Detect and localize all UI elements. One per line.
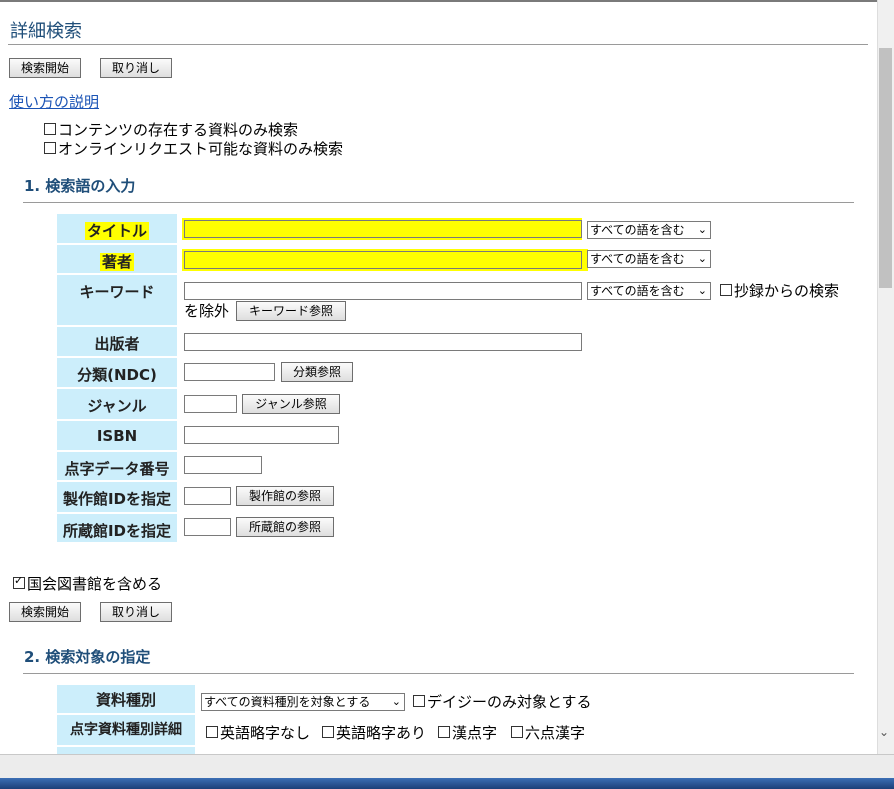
section1-divider xyxy=(23,202,854,203)
genre-ref-button[interactable]: ジャンル参照 xyxy=(242,394,340,414)
genre-input[interactable] xyxy=(184,395,237,413)
keyword-row-label: キーワード xyxy=(57,275,177,325)
braille-opt-4[interactable]: 六点漢字 xyxy=(511,722,585,743)
producer-row-label: 製作館IDを指定 xyxy=(57,482,177,512)
braille-opt-1-checkbox[interactable] xyxy=(206,725,218,738)
producer-ref-button[interactable]: 製作館の参照 xyxy=(236,486,334,506)
title-match-value: すべての語を含む xyxy=(590,223,685,237)
isbn-row-label: ISBN xyxy=(57,421,177,450)
publisher-row-label: 出版者 xyxy=(57,327,177,356)
record-type-label xyxy=(57,747,195,754)
cancel-button[interactable]: 取り消し xyxy=(100,58,172,78)
ndc-ref-button[interactable]: 分類参照 xyxy=(281,362,353,382)
holder-ref-button[interactable]: 所蔵館の参照 xyxy=(236,517,334,537)
producer-id-input[interactable] xyxy=(184,487,231,505)
chevron-down-icon: ⌄ xyxy=(697,284,707,297)
online-request-option[interactable]: オンラインリクエスト可能な資料のみ検索 xyxy=(44,138,343,159)
exclude-abstract-option[interactable]: 抄録からの検索 xyxy=(720,280,839,301)
braille-opt-3-label: 漢点字 xyxy=(452,724,498,742)
title-row-label: タイトル xyxy=(57,214,177,243)
help-link[interactable]: 使い方の説明 xyxy=(9,91,99,112)
taskbar xyxy=(0,778,894,789)
holder-id-input[interactable] xyxy=(184,518,231,536)
include-ndl-option[interactable]: 国会図書館を含める xyxy=(13,573,162,594)
chevron-down-icon: ⌄ xyxy=(391,695,401,708)
keyword-input[interactable] xyxy=(184,282,582,300)
title-match-select[interactable]: すべての語を含む ⌄ xyxy=(587,221,711,239)
holder-row-label: 所蔵館IDを指定 xyxy=(57,514,177,542)
exclude-abstract-checkbox[interactable] xyxy=(720,283,732,296)
material-type-value: すべての資料種別を対象とする xyxy=(204,695,371,709)
braille-opt-2-checkbox[interactable] xyxy=(322,725,334,738)
keyword-match-select[interactable]: すべての語を含む ⌄ xyxy=(587,282,711,300)
scroll-down-arrow-icon[interactable]: ⌄ xyxy=(879,725,889,739)
keyword-match-value: すべての語を含む xyxy=(590,284,685,298)
section1-title: 1. 検索語の入力 xyxy=(24,177,136,195)
cancel-button-2[interactable]: 取り消し xyxy=(100,602,172,622)
title-input[interactable] xyxy=(184,220,582,238)
braille-opt-4-label: 六点漢字 xyxy=(525,724,586,742)
chevron-down-icon: ⌄ xyxy=(697,252,707,265)
braille-opt-1-label: 英語略字なし xyxy=(220,724,311,742)
daisy-only-option[interactable]: デイジーのみ対象とする xyxy=(413,691,592,712)
material-type-select[interactable]: すべての資料種別を対象とする ⌄ xyxy=(201,693,405,711)
genre-row-label: ジャンル xyxy=(57,389,177,419)
author-match-select[interactable]: すべての語を含む ⌄ xyxy=(587,250,711,268)
braille-detail-label: 点字資料種別詳細 xyxy=(57,715,195,745)
chevron-down-icon: ⌄ xyxy=(697,223,707,236)
scrollbar-thumb[interactable] xyxy=(879,48,892,288)
search-start-button-2[interactable]: 検索開始 xyxy=(9,602,81,622)
daisy-only-label: デイジーのみ対象とする xyxy=(427,693,592,711)
braille-opt-3-checkbox[interactable] xyxy=(438,725,450,738)
daisy-only-checkbox[interactable] xyxy=(413,694,425,707)
online-request-label: オンラインリクエスト可能な資料のみ検索 xyxy=(58,140,344,158)
page-title: 詳細検索 xyxy=(10,21,82,42)
section2-title: 2. 検索対象の指定 xyxy=(24,648,151,666)
braille-opt-2[interactable]: 英語略字あり xyxy=(322,722,426,743)
exclude-abstract-label-2: を除外 xyxy=(184,302,230,320)
braille-no-row-label: 点字データ番号 xyxy=(57,452,177,480)
title-divider xyxy=(8,44,868,45)
content-only-option[interactable]: コンテンツの存在する資料のみ検索 xyxy=(44,119,298,140)
publisher-input[interactable] xyxy=(184,333,582,351)
author-input[interactable] xyxy=(184,251,582,269)
search-start-button[interactable]: 検索開始 xyxy=(9,58,81,78)
online-request-checkbox[interactable] xyxy=(44,141,56,154)
window-top-border xyxy=(0,0,894,2)
exclude-abstract-label-1: 抄録からの検索 xyxy=(734,282,840,300)
title-label-text: タイトル xyxy=(84,222,149,240)
braille-opt-2-label: 英語略字あり xyxy=(336,724,427,742)
status-bar xyxy=(0,754,894,778)
author-match-value: すべての語を含む xyxy=(590,252,685,266)
include-ndl-checkbox[interactable] xyxy=(13,574,25,589)
content-only-label: コンテンツの存在する資料のみ検索 xyxy=(58,121,299,139)
section2-divider xyxy=(23,673,854,674)
ndc-row-label: 分類(NDC) xyxy=(57,358,177,387)
isbn-input[interactable] xyxy=(184,426,339,444)
material-type-label: 資料種別 xyxy=(57,685,195,713)
content-only-checkbox[interactable] xyxy=(44,122,56,135)
keyword-ref-button[interactable]: キーワード参照 xyxy=(236,301,346,321)
ndc-input[interactable] xyxy=(184,363,275,381)
braille-opt-4-checkbox[interactable] xyxy=(511,725,523,738)
author-row-label: 著者 xyxy=(57,245,177,273)
include-ndl-label: 国会図書館を含める xyxy=(27,575,163,593)
author-label-text: 著者 xyxy=(99,253,134,271)
braille-opt-1[interactable]: 英語略字なし xyxy=(206,722,310,743)
braille-no-input[interactable] xyxy=(184,456,262,474)
braille-opt-3[interactable]: 漢点字 xyxy=(438,722,497,743)
